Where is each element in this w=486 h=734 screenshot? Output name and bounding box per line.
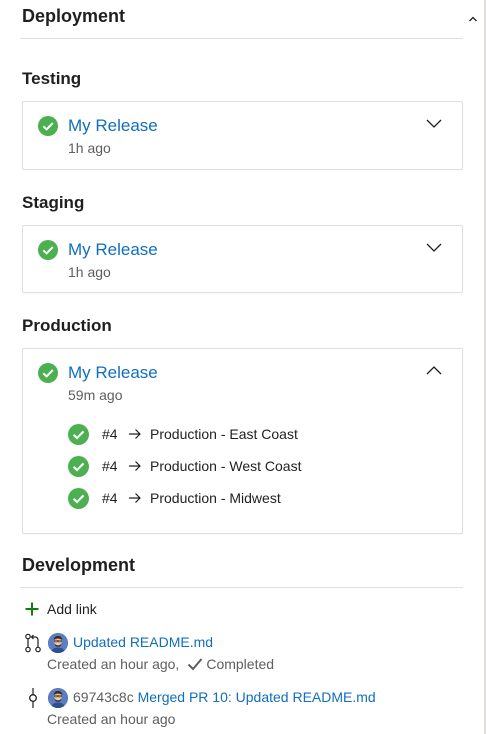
release-card-staging[interactable]: My Release 1h ago (22, 225, 463, 293)
development-divider (20, 587, 463, 588)
deployment-number: #4 (102, 426, 118, 442)
development-item-title: Updated README.md (73, 634, 213, 650)
development-title: Development (22, 555, 136, 575)
chevron-up-icon[interactable] (424, 363, 444, 377)
release-card-production[interactable]: My Release 59m ago #4 Production - East … (22, 348, 463, 534)
success-check-icon (68, 488, 89, 509)
release-time: 1h ago (68, 140, 111, 156)
avatar (48, 633, 68, 653)
development-item: 69743c8c Merged PR 10: Updated README.md… (22, 688, 462, 734)
chevron-down-icon[interactable] (424, 116, 444, 130)
plus-icon (25, 602, 39, 616)
stage-label-staging: Staging (22, 193, 85, 212)
release-name-link[interactable]: My Release (68, 116, 158, 136)
development-item: Updated README.md Created an hour ago, C… (22, 633, 462, 679)
arrow-right-icon (129, 461, 141, 471)
release-name-link[interactable]: My Release (68, 363, 158, 383)
avatar (48, 688, 68, 708)
deployment-row[interactable]: #4 Production - East Coast (68, 424, 428, 446)
success-check-icon (38, 363, 58, 383)
release-time: 59m ago (68, 387, 123, 403)
deployment-section-header[interactable]: Deployment (22, 0, 477, 38)
commit-link[interactable]: Merged PR 10: Updated README.md (138, 689, 376, 705)
deployment-title: Deployment (22, 6, 126, 26)
add-link-label: Add link (47, 601, 97, 617)
release-time: 1h ago (68, 264, 111, 280)
stage-label-testing: Testing (22, 69, 82, 88)
deployment-number: #4 (102, 458, 118, 474)
success-check-icon (38, 240, 58, 260)
chevron-down-icon[interactable] (424, 240, 444, 254)
commit-hash: 69743c8c (73, 689, 134, 705)
deployment-number: #4 (102, 490, 118, 506)
created-time: Created an hour ago (47, 711, 176, 727)
stage-label-production: Production (22, 316, 112, 335)
deployment-row[interactable]: #4 Production - Midwest (68, 488, 428, 510)
development-item-meta: Created an hour ago, Completed (47, 656, 274, 672)
success-check-icon (38, 116, 58, 136)
arrow-right-icon (129, 429, 141, 439)
deployment-divider (20, 38, 463, 39)
development-item-title: 69743c8c Merged PR 10: Updated README.md (73, 689, 376, 705)
collapse-chevron-up-icon[interactable] (468, 14, 478, 24)
deployment-panel: Deployment Testing My Release 1h ago Sta… (0, 0, 486, 734)
created-time: Created an hour ago, (47, 656, 180, 672)
release-card-testing[interactable]: My Release 1h ago (22, 101, 463, 170)
commit-icon (29, 688, 37, 708)
deployment-target: Production - Midwest (150, 490, 281, 506)
status-text: Completed (206, 656, 275, 672)
development-item-meta: Created an hour ago (47, 711, 175, 727)
release-name-link[interactable]: My Release (68, 240, 158, 260)
pull-request-link[interactable]: Updated README.md (73, 634, 213, 650)
deployment-target: Production - West Coast (150, 458, 302, 474)
checkmark-icon (188, 658, 203, 671)
success-check-icon (68, 456, 89, 477)
arrow-right-icon (129, 493, 141, 503)
pull-request-icon (25, 633, 41, 653)
success-check-icon (68, 424, 89, 445)
deployment-target: Production - East Coast (150, 426, 298, 442)
deployment-row[interactable]: #4 Production - West Coast (68, 456, 428, 478)
